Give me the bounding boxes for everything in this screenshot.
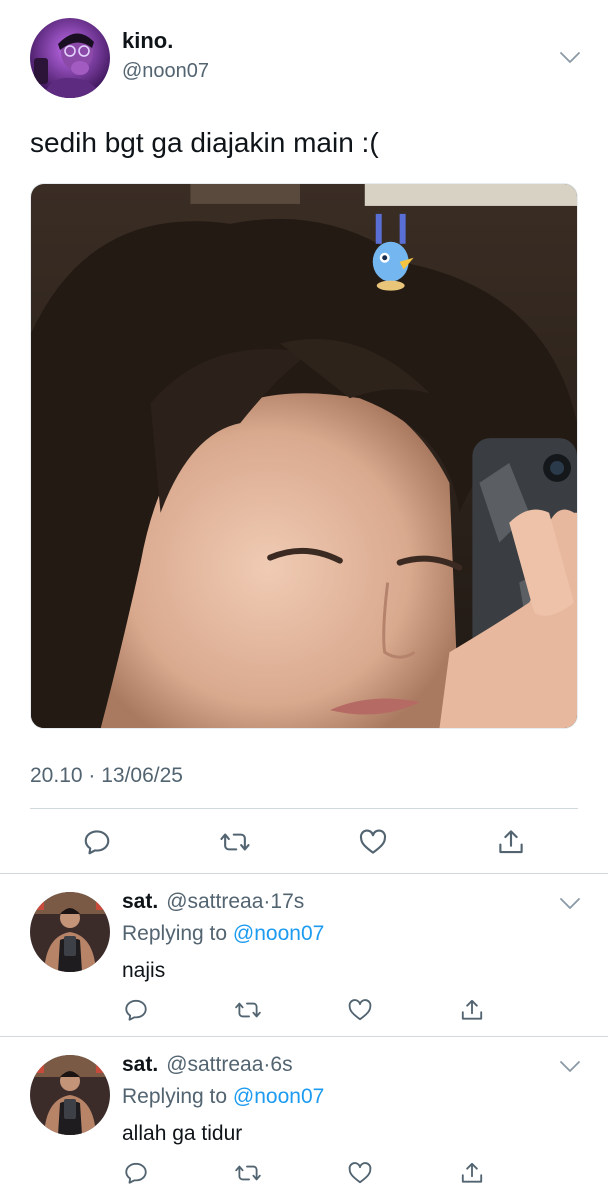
replying-to-label: Replying to (122, 922, 233, 945)
share-icon[interactable] (458, 996, 486, 1024)
share-icon[interactable] (494, 825, 528, 859)
author-handle[interactable]: @noon07 (122, 60, 209, 83)
like-icon[interactable] (356, 825, 390, 859)
reply-text: najis (122, 959, 166, 982)
reply-tweet[interactable]: sat. @sattreaa·6s Replying to @noon07 all… (0, 1037, 608, 1200)
tweet-timestamp[interactable]: 20.10 · 13/06/25 (30, 764, 183, 788)
reply-time[interactable]: 17s (270, 890, 304, 913)
reply-author-avatar[interactable] (30, 892, 110, 972)
more-options-chevron-icon[interactable] (559, 1060, 581, 1074)
share-icon[interactable] (458, 1159, 486, 1187)
reply-icon[interactable] (80, 825, 114, 859)
like-icon[interactable] (346, 996, 374, 1024)
replying-to: Replying to @noon07 (122, 1085, 324, 1109)
divider (30, 808, 578, 809)
reply-author-name[interactable]: sat. (122, 1053, 158, 1076)
tweet-photo[interactable] (30, 183, 578, 729)
reply-author-handle[interactable]: @sattreaa (166, 1053, 263, 1076)
like-icon[interactable] (346, 1159, 374, 1187)
replying-to-mention[interactable]: @noon07 (233, 922, 324, 945)
more-options-chevron-icon[interactable] (559, 897, 581, 911)
retweet-icon[interactable] (234, 996, 262, 1024)
retweet-icon[interactable] (234, 1159, 262, 1187)
tweet-text: sedih bgt ga diajakin main :( (30, 127, 379, 158)
reply-text: allah ga tidur (122, 1122, 243, 1145)
author-avatar[interactable] (30, 18, 110, 98)
replying-to-mention[interactable]: @noon07 (233, 1085, 324, 1108)
reply-author-handle[interactable]: @sattreaa (166, 890, 263, 913)
replying-to: Replying to @noon07 (122, 922, 324, 946)
replying-to-label: Replying to (122, 1085, 233, 1108)
reply-tweet[interactable]: sat. @sattreaa·17s Replying to @noon07 na… (0, 874, 608, 1036)
main-tweet: kino. @noon07 sedih bgt ga diajakin main… (0, 0, 608, 873)
reply-icon[interactable] (122, 996, 150, 1024)
author-name[interactable]: kino. (122, 28, 173, 54)
reply-author-avatar[interactable] (30, 1055, 110, 1135)
reply-header: sat. @sattreaa·6s (122, 1053, 293, 1077)
reply-icon[interactable] (122, 1159, 150, 1187)
retweet-icon[interactable] (218, 825, 252, 859)
reply-time[interactable]: 6s (270, 1053, 292, 1076)
reply-header: sat. @sattreaa·17s (122, 890, 304, 914)
more-options-chevron-icon[interactable] (559, 51, 581, 65)
reply-author-name[interactable]: sat. (122, 890, 158, 913)
